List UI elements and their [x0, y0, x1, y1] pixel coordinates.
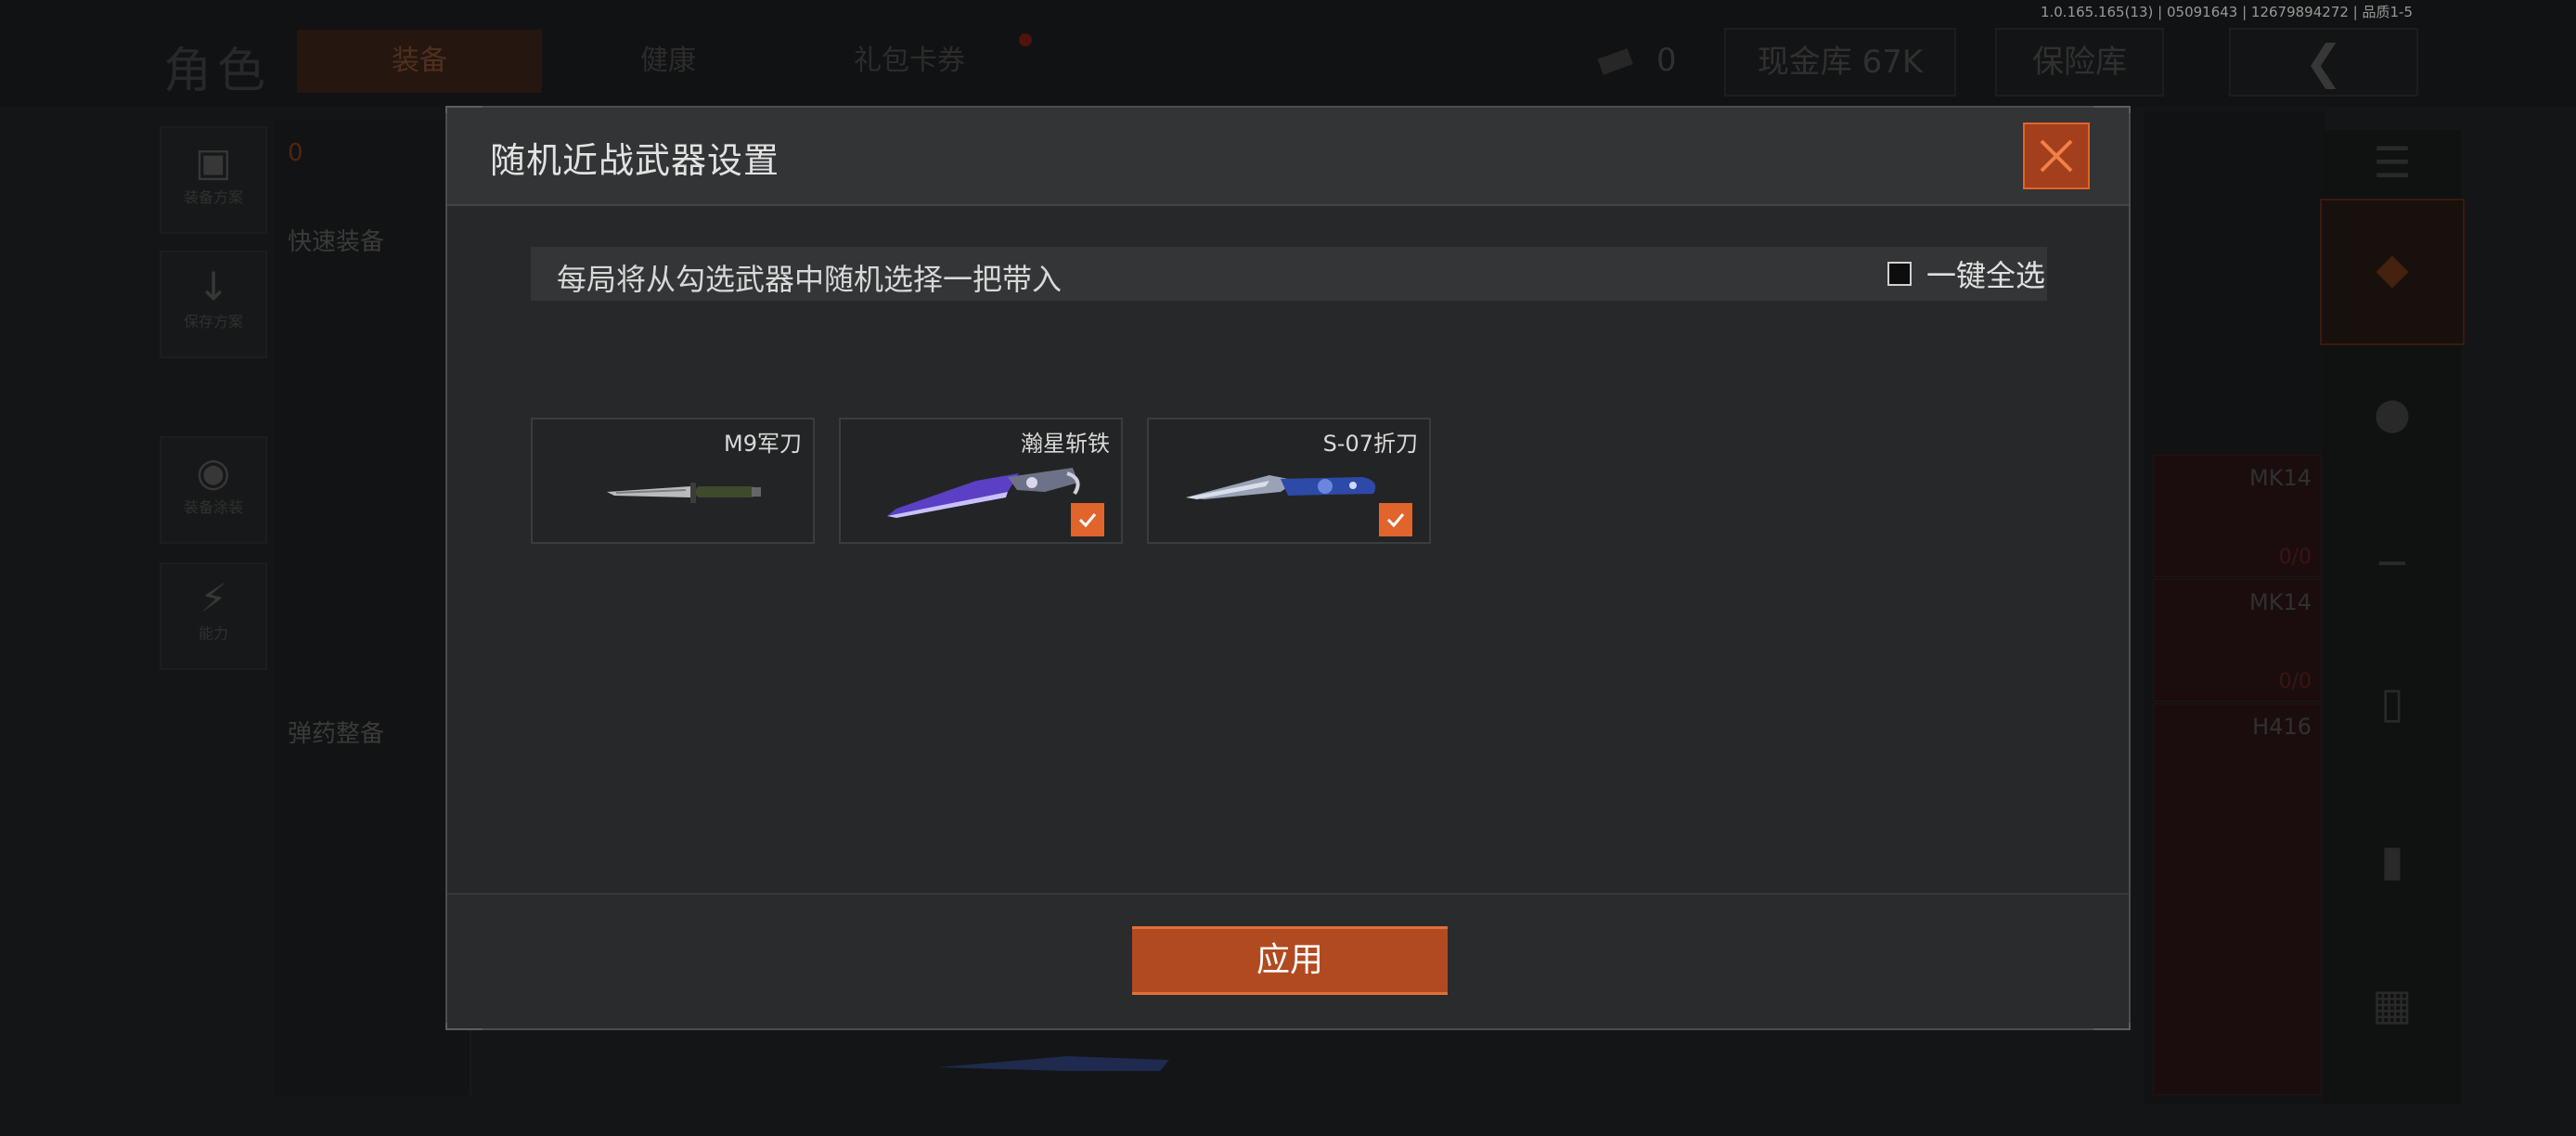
- close-icon: [2040, 139, 2073, 173]
- checkmark-icon: [1078, 513, 1097, 528]
- weapon-name: M9军刀: [724, 431, 802, 457]
- info-text: 每局将从勾选武器中随机选择一把带入: [557, 262, 1063, 297]
- weapon-name: 瀚星斩铁: [1021, 431, 1110, 457]
- checkbox-checked[interactable]: [1071, 503, 1104, 536]
- random-melee-dialog: 随机近战武器设置 每局将从勾选武器中随机选择一把带入 一键全选 M9军刀 瀚星斩…: [445, 106, 2131, 1030]
- dialog-title: 随机近战武器设置: [490, 140, 780, 181]
- weapon-name: S-07折刀: [1322, 431, 1418, 457]
- select-all-checkbox[interactable]: [1887, 262, 1912, 286]
- equipped-knife-preview: [937, 1056, 1169, 1071]
- combat-knife-icon: [607, 483, 761, 503]
- select-all-toggle[interactable]: 一键全选: [1887, 247, 2047, 301]
- select-all-label: 一键全选: [1926, 258, 2045, 293]
- dialog-body: 每局将从勾选武器中随机选择一把带入 一键全选 M9军刀 瀚星斩铁 S-07折刀: [447, 206, 2129, 999]
- close-button[interactable]: [2023, 123, 2090, 189]
- weapon-card-cleaver[interactable]: 瀚星斩铁: [839, 418, 1123, 544]
- checkmark-icon: [1386, 513, 1405, 528]
- folding-knife-icon: [1186, 475, 1376, 499]
- dialog-header: 随机近战武器设置: [447, 108, 2129, 206]
- weapon-card-s07[interactable]: S-07折刀: [1147, 418, 1431, 544]
- apply-button[interactable]: 应用: [1132, 926, 1448, 995]
- info-bar: 每局将从勾选武器中随机选择一把带入 一键全选: [531, 247, 2047, 301]
- cleaver-knife-icon: [887, 468, 1080, 518]
- dialog-footer: 应用: [447, 893, 2129, 1028]
- weapon-card-m9[interactable]: M9军刀: [531, 418, 815, 544]
- checkbox-checked[interactable]: [1379, 503, 1412, 536]
